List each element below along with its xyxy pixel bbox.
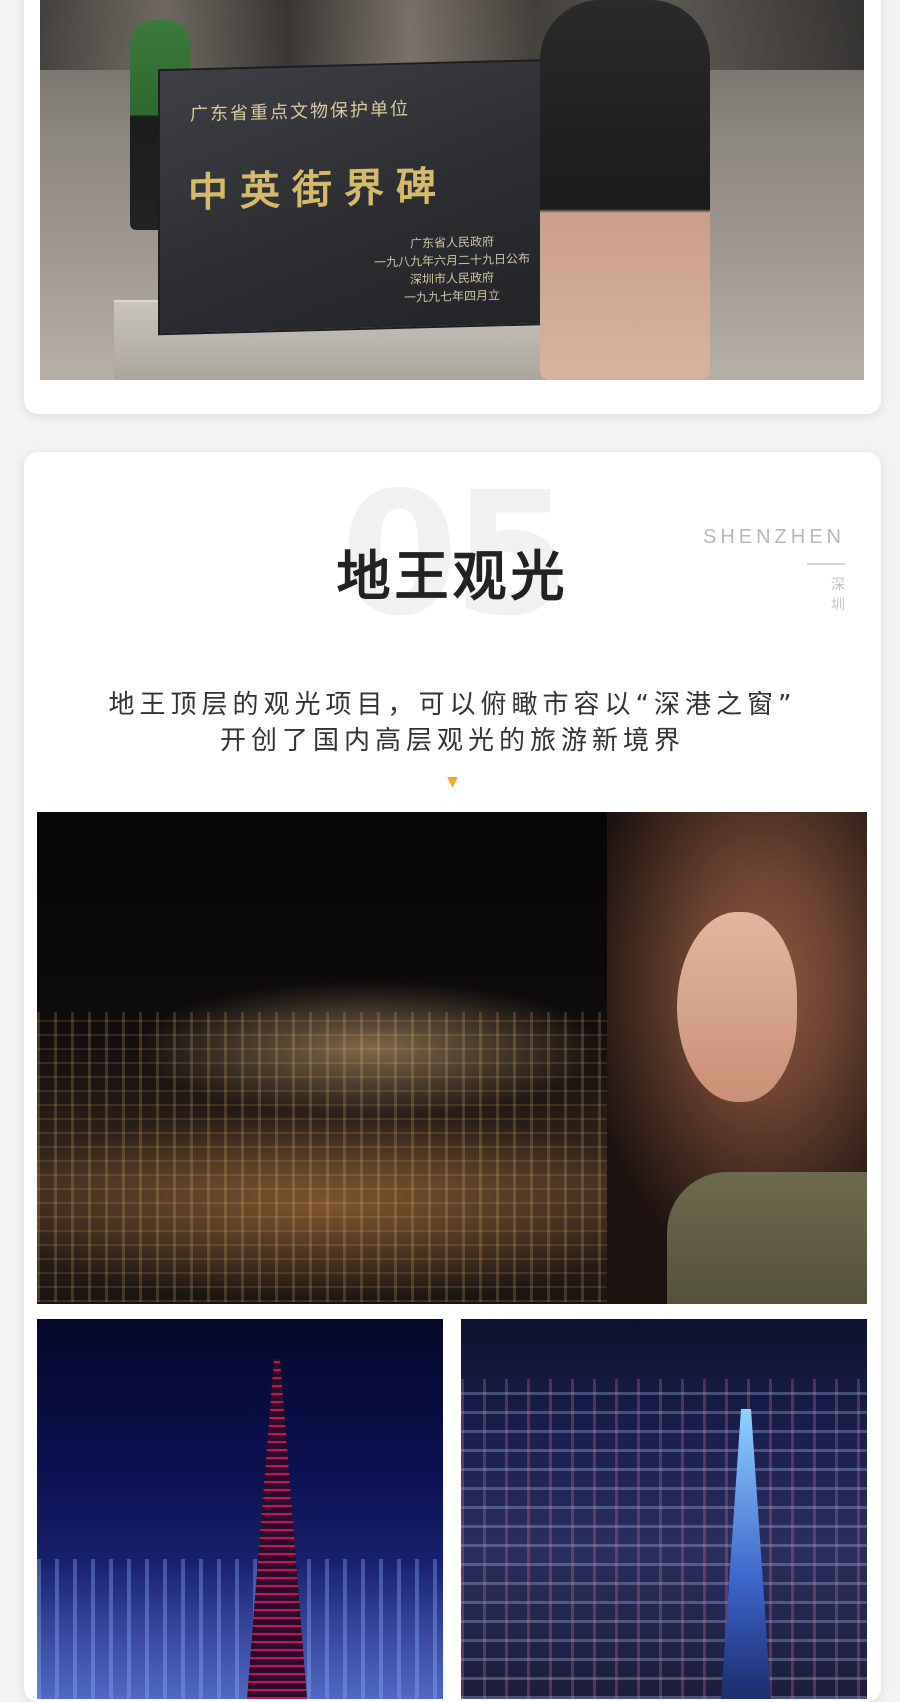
stele-line-4: 一九九七年四月立: [403, 288, 500, 305]
posing-person: [540, 0, 710, 380]
marker-photo: 广东省重点文物保护单位 中英街界碑 广东省人民政府 一九八九年六月二十九日公布 …: [40, 0, 864, 380]
city-tag-zh: 深 圳: [703, 575, 845, 615]
tower-night-photo: [37, 1319, 443, 1699]
night-view-photo: [37, 812, 867, 1304]
down-arrow-icon: ▼: [447, 774, 458, 790]
description-line-2: 开创了国内高层观光的旅游新境界: [219, 726, 685, 756]
woman-face: [677, 912, 797, 1102]
photo-card-top: 广东省重点文物保护单位 中英街界碑 广东省人民政府 一九八九年六月二十九日公布 …: [24, 0, 881, 414]
city-tag-en: SHENZHEN: [702, 526, 845, 548]
boundary-stele: 广东省重点文物保护单位 中英街界碑 广东省人民政府 一九八九年六月二十九日公布 …: [158, 58, 558, 336]
stele-inscription: 广东省人民政府 一九八九年六月二十九日公布 深圳市人民政府 一九九七年四月立: [374, 231, 530, 307]
tower-city-lights: [37, 1559, 443, 1699]
section-description: 地王顶层的观光项目，可以俯瞰市容以“深港之窗” 开创了国内高层观光的旅游新境界: [24, 687, 881, 759]
city-lights: [37, 1012, 657, 1302]
stele-org-text: 广东省重点文物保护单位: [190, 98, 410, 126]
aerial-city-photo: [461, 1319, 867, 1699]
stele-main-text: 中英街界碑: [188, 162, 448, 217]
description-line-1: 地王顶层的观光项目，可以俯瞰市容以“深港之窗”: [108, 690, 797, 720]
diwang-tower: [247, 1359, 307, 1699]
city-tag-zh-2: 圳: [831, 597, 845, 613]
section-card-diwang: 05 地王观光 SHENZHEN 深 圳 地王顶层的观光项目，可以俯瞰市容以“深…: [24, 452, 881, 1702]
aerial-city-lights: [461, 1379, 867, 1699]
city-tag-divider: [807, 563, 845, 565]
city-tag: SHENZHEN 深 圳: [703, 526, 845, 615]
city-tag-zh-1: 深: [831, 577, 845, 593]
woman-shirt: [667, 1172, 867, 1304]
